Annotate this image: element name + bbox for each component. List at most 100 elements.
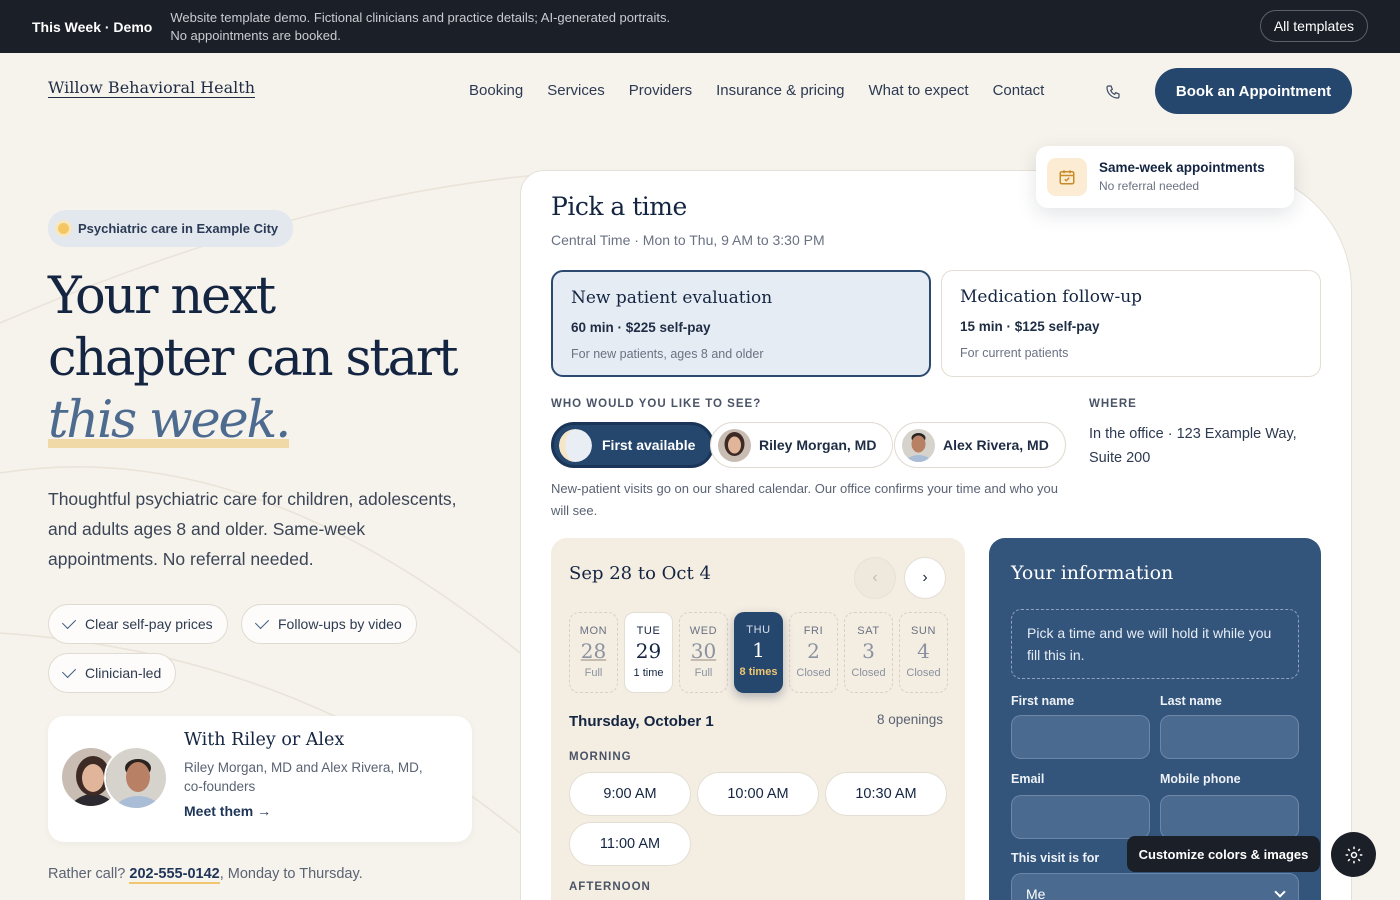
all-templates-button[interactable]: All templates	[1259, 10, 1368, 42]
team-title: With Riley or Alex	[184, 730, 345, 750]
day-of-week: MON	[579, 625, 608, 637]
day-number: 28	[580, 639, 607, 663]
day-of-week: THU	[746, 624, 771, 636]
day-status: Full	[584, 667, 603, 679]
day-of-week: SAT	[857, 625, 880, 637]
hero-eyebrow: Psychiatric care in Example City	[48, 210, 294, 247]
day-tue[interactable]: TUE 29 1 time	[624, 612, 673, 693]
team-card: With Riley or Alex Riley Morgan, MD and …	[48, 716, 472, 842]
day-status: Closed	[906, 667, 941, 679]
next-week-button[interactable]: ›	[904, 557, 946, 599]
avatar-alex-small	[902, 429, 935, 462]
where-label: WHERE	[1089, 398, 1137, 410]
visit-type-follow-up[interactable]: Medication follow-up 15 min · $125 self-…	[941, 270, 1321, 377]
openings-count: 8 openings	[877, 712, 944, 727]
nav-contact[interactable]: Contact	[993, 82, 1045, 99]
avatar-alex	[104, 746, 168, 810]
day-fri: FRI 2 Closed	[789, 612, 838, 693]
last-name-label: Last name	[1160, 694, 1222, 708]
site-logo[interactable]: Willow Behavioral Health	[48, 78, 255, 97]
chevron-down-icon	[1274, 886, 1286, 898]
day-number: 4	[917, 639, 930, 663]
week-range: Sep 28 to Oct 4	[569, 563, 711, 584]
slot-9-00[interactable]: 9:00 AM	[569, 772, 691, 816]
day-thu[interactable]: THU 1 8 times	[734, 612, 783, 693]
provider-note: New-patient visits go on our shared cale…	[551, 481, 1059, 518]
day-number: 30	[690, 639, 717, 663]
who-label: WHO WOULD YOU LIKE TO SEE?	[551, 398, 762, 410]
phone-input[interactable]	[1160, 795, 1299, 839]
slot-10-30[interactable]: 10:30 AM	[825, 772, 947, 816]
check-icon	[61, 663, 77, 679]
info-title: Your information	[1011, 562, 1174, 584]
customize-tooltip: Customize colors & images	[1127, 836, 1320, 872]
chip-self-pay: Clear self-pay prices	[48, 604, 228, 644]
day-status: 1 time	[633, 667, 664, 679]
visit-for-label: This visit is for	[1011, 851, 1100, 865]
hero-title-emphasis: this week.	[48, 391, 291, 450]
provider-alex-rivera[interactable]: Alex Rivera, MD	[894, 422, 1066, 468]
slot-10-00[interactable]: 10:00 AM	[697, 772, 819, 816]
morning-label: MORNING	[569, 751, 632, 763]
first-name-label: First name	[1011, 694, 1075, 708]
phone-icon[interactable]	[1100, 79, 1126, 105]
day-sat: SAT 3 Closed	[844, 612, 893, 693]
day-status: Closed	[796, 667, 831, 679]
day-mon: MON 28 Full	[569, 612, 618, 693]
slot-11-00[interactable]: 11:00 AM	[569, 822, 691, 866]
first-name-input[interactable]	[1011, 715, 1150, 759]
pick-time-subtitle: Central Time · Mon to Thu, 9 AM to 3:30 …	[551, 232, 825, 248]
visit-for-select[interactable]: Me	[1011, 873, 1299, 900]
team-subtitle: Riley Morgan, MD and Alex Rivera, MD, co…	[184, 760, 423, 794]
phone-label: Mobile phone	[1160, 772, 1241, 786]
gear-icon[interactable]	[1331, 832, 1376, 877]
check-icon	[254, 614, 270, 630]
visit-type-new-patient[interactable]: New patient evaluation 60 min · $225 sel…	[551, 270, 931, 377]
chip-video-followups: Follow-ups by video	[241, 604, 417, 644]
email-input[interactable]	[1011, 795, 1150, 839]
nav-providers[interactable]: Providers	[629, 82, 692, 99]
check-icon	[61, 614, 77, 630]
where-value: In the office · 123 Example Way, Suite 2…	[1089, 426, 1297, 466]
day-number: 29	[635, 639, 662, 663]
day-number: 1	[752, 638, 765, 662]
calendar-check-icon	[1047, 158, 1087, 196]
hero-lead: Thoughtful psychiatric care for children…	[48, 489, 457, 569]
demo-brand: This Week · Demo	[32, 18, 153, 35]
sun-dot-icon	[58, 223, 69, 234]
arrow-right-icon: →	[257, 803, 272, 819]
prev-week-button[interactable]: ‹	[854, 557, 896, 599]
main-nav: Booking Services Providers Insurance & p…	[469, 82, 1044, 99]
same-week-badge: Same-week appointments No referral neede…	[1036, 146, 1294, 208]
day-status: 8 times	[739, 666, 778, 678]
book-appointment-button[interactable]: Book an Appointment	[1155, 68, 1352, 114]
nav-what-to-expect[interactable]: What to expect	[869, 82, 969, 99]
nav-booking[interactable]: Booking	[469, 82, 523, 99]
day-of-week: WED	[689, 625, 718, 637]
day-of-week: FRI	[803, 625, 824, 637]
day-wed: WED 30 Full	[679, 612, 728, 693]
demo-note: Website template demo. Fictional clinici…	[170, 9, 671, 43]
avatar-riley-small	[718, 429, 751, 462]
day-number: 2	[807, 639, 820, 663]
first-available-icon	[559, 429, 592, 462]
nav-services[interactable]: Services	[547, 82, 605, 99]
day-status: Closed	[851, 667, 886, 679]
call-line: Rather call? 202-555-0142, Monday to Thu…	[48, 866, 363, 884]
phone-number-link[interactable]: 202-555-0142	[129, 866, 220, 884]
nav-insurance-pricing[interactable]: Insurance & pricing	[716, 82, 844, 99]
selected-date: Thursday, October 1	[569, 713, 714, 730]
day-of-week: SUN	[910, 625, 937, 637]
email-label: Email	[1011, 772, 1045, 786]
demo-bar: This Week · Demo Website template demo. …	[0, 0, 1400, 53]
provider-first-available[interactable]: First available	[551, 422, 715, 468]
day-of-week: TUE	[636, 625, 661, 637]
hero-title: Your next chapter can start this week.	[48, 267, 459, 450]
day-status: Full	[694, 667, 713, 679]
meet-them-link[interactable]: Meet them →	[184, 803, 271, 819]
last-name-input[interactable]	[1160, 715, 1299, 759]
info-hold-note: Pick a time and we will hold it while yo…	[1011, 609, 1299, 679]
provider-riley-morgan[interactable]: Riley Morgan, MD	[710, 422, 894, 468]
day-sun: SUN 4 Closed	[899, 612, 948, 693]
pick-time-title: Pick a time	[551, 192, 687, 221]
